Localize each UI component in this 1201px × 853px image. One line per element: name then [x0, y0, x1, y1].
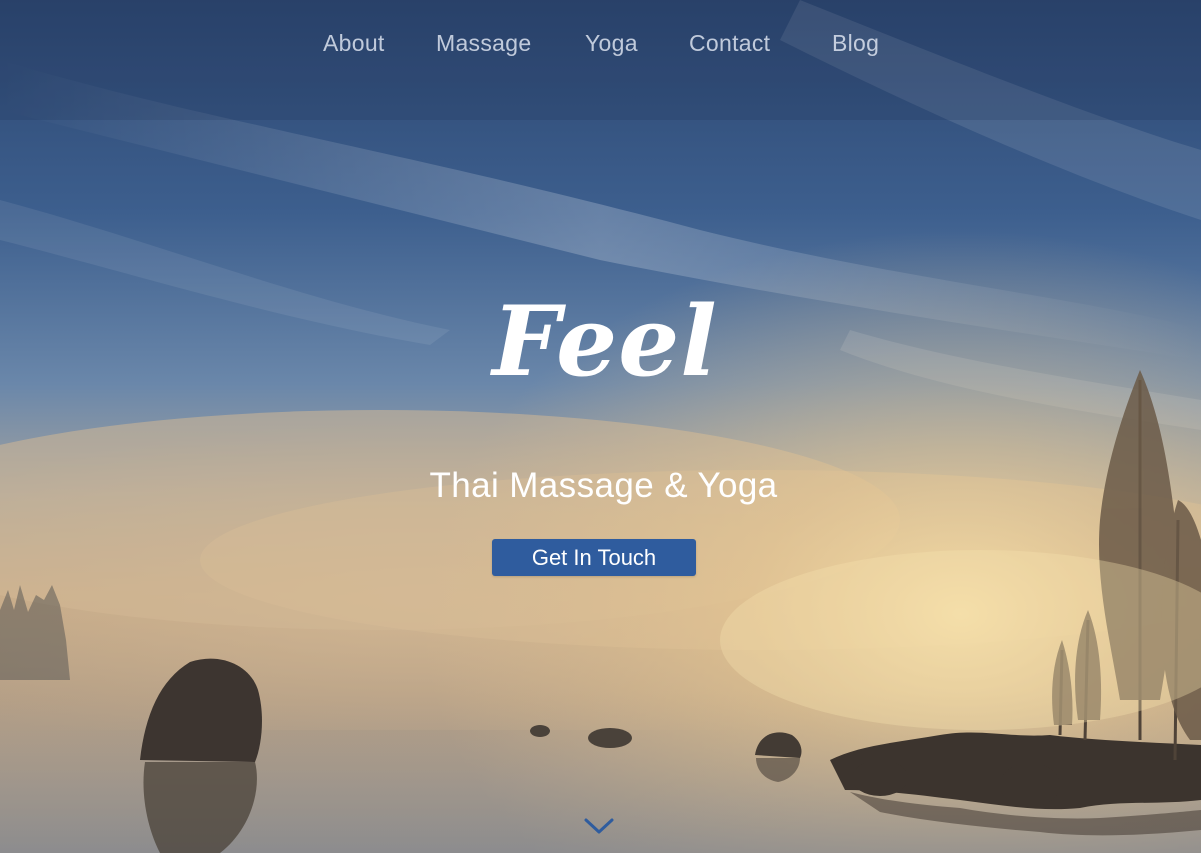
nav-link-yoga[interactable]: Yoga: [585, 30, 638, 57]
main-nav: About Massage Yoga Contact Blog: [0, 30, 1201, 64]
nav-link-about[interactable]: About: [323, 30, 385, 57]
chevron-down-icon[interactable]: [583, 816, 615, 836]
nav-link-massage[interactable]: Massage: [436, 30, 531, 57]
hero-section: About Massage Yoga Contact Blog Feel Tha…: [0, 0, 1201, 853]
logo-text: Feel: [490, 285, 718, 398]
feel-logo: Feel: [490, 285, 718, 398]
hero-background-image: [0, 0, 1201, 853]
hero-tagline: Thai Massage & Yoga: [429, 466, 778, 505]
nav-link-blog[interactable]: Blog: [832, 30, 879, 57]
get-in-touch-button[interactable]: Get In Touch: [492, 539, 696, 576]
nav-link-contact[interactable]: Contact: [689, 30, 770, 57]
